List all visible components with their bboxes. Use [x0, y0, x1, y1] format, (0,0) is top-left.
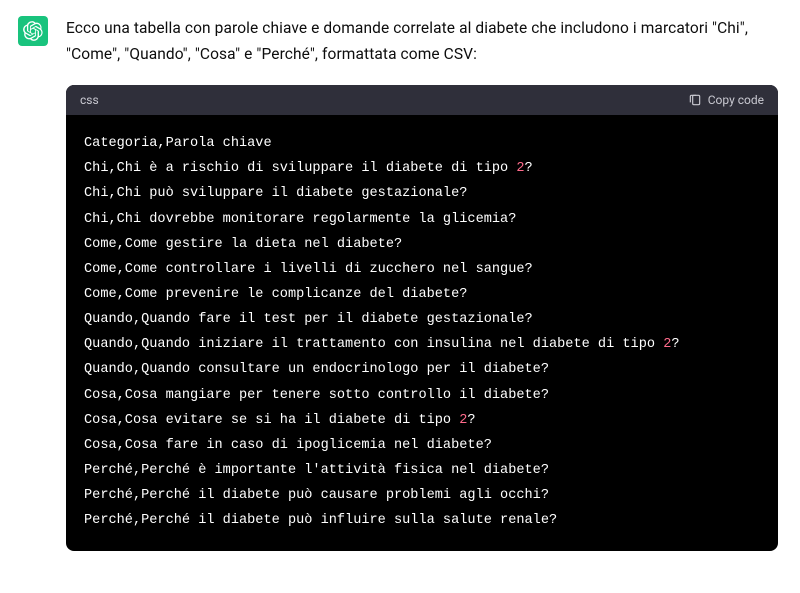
assistant-message: Ecco una tabella con parole chiave e dom… [0, 0, 800, 551]
code-line: Come,Come gestire la dieta nel diabete? [84, 232, 760, 257]
assistant-avatar [18, 16, 48, 46]
code-token: Chi,Chi è a rischio di sviluppare il dia… [84, 161, 516, 176]
code-token: Come,Come gestire la dieta nel diabete? [84, 237, 402, 252]
code-token: Perché,Perché è importante l'attività fi… [84, 463, 549, 478]
code-line: Categoria,Parola chiave [84, 131, 760, 156]
code-line: Cosa,Cosa fare in caso di ipoglicemia ne… [84, 433, 760, 458]
message-content: Ecco una tabella con parole chiave e dom… [66, 16, 782, 551]
intro-text: Ecco una tabella con parole chiave e dom… [66, 16, 782, 67]
code-token: Quando,Quando fare il test per il diabet… [84, 312, 533, 327]
code-line: Quando,Quando fare il test per il diabet… [84, 307, 760, 332]
code-line: Come,Come prevenire le complicanze del d… [84, 282, 760, 307]
code-line: Cosa,Cosa evitare se si ha il diabete di… [84, 408, 760, 433]
code-token: Cosa,Cosa evitare se si ha il diabete di… [84, 413, 459, 428]
code-line: Perché,Perché il diabete può influire su… [84, 508, 760, 533]
code-line: Quando,Quando iniziare il trattamento co… [84, 332, 760, 357]
code-lang-label: css [80, 93, 99, 107]
copy-code-label: Copy code [708, 93, 764, 107]
code-token: ? [525, 161, 533, 176]
code-token: ? [467, 413, 475, 428]
code-token: Come,Come controllare i livelli di zucch… [84, 262, 533, 277]
code-token-number: 2 [516, 161, 524, 176]
code-body[interactable]: Categoria,Parola chiave Chi,Chi è a risch… [66, 115, 778, 551]
copy-code-button[interactable]: Copy code [688, 93, 764, 107]
code-token: Categoria,Parola chiave [84, 136, 272, 151]
code-line: Cosa,Cosa mangiare per tenere sotto cont… [84, 383, 760, 408]
code-line: Come,Come controllare i livelli di zucch… [84, 257, 760, 282]
code-block: css Copy code Categoria,Parola chiave Chi… [66, 85, 778, 551]
code-token: Perché,Perché il diabete può influire su… [84, 513, 557, 528]
code-token: Chi,Chi dovrebbe monitorare regolarmente… [84, 212, 516, 227]
code-token: ? [671, 337, 679, 352]
openai-logo-icon [23, 21, 43, 41]
code-token: Come,Come prevenire le complicanze del d… [84, 287, 467, 302]
code-token: Perché,Perché il diabete può causare pro… [84, 488, 549, 503]
code-token: Quando,Quando consultare un endocrinolog… [84, 362, 549, 377]
clipboard-icon [688, 93, 702, 107]
code-line: Chi,Chi dovrebbe monitorare regolarmente… [84, 207, 760, 232]
code-header: css Copy code [66, 85, 778, 115]
code-line: Quando,Quando consultare un endocrinolog… [84, 357, 760, 382]
code-line: Perché,Perché il diabete può causare pro… [84, 483, 760, 508]
code-token: Quando,Quando iniziare il trattamento co… [84, 337, 663, 352]
code-line: Chi,Chi è a rischio di sviluppare il dia… [84, 156, 760, 181]
code-line: Perché,Perché è importante l'attività fi… [84, 458, 760, 483]
code-token: Cosa,Cosa fare in caso di ipoglicemia ne… [84, 438, 492, 453]
code-line: Chi,Chi può sviluppare il diabete gestaz… [84, 181, 760, 206]
code-token: Cosa,Cosa mangiare per tenere sotto cont… [84, 388, 549, 403]
code-token: Chi,Chi può sviluppare il diabete gestaz… [84, 186, 467, 201]
